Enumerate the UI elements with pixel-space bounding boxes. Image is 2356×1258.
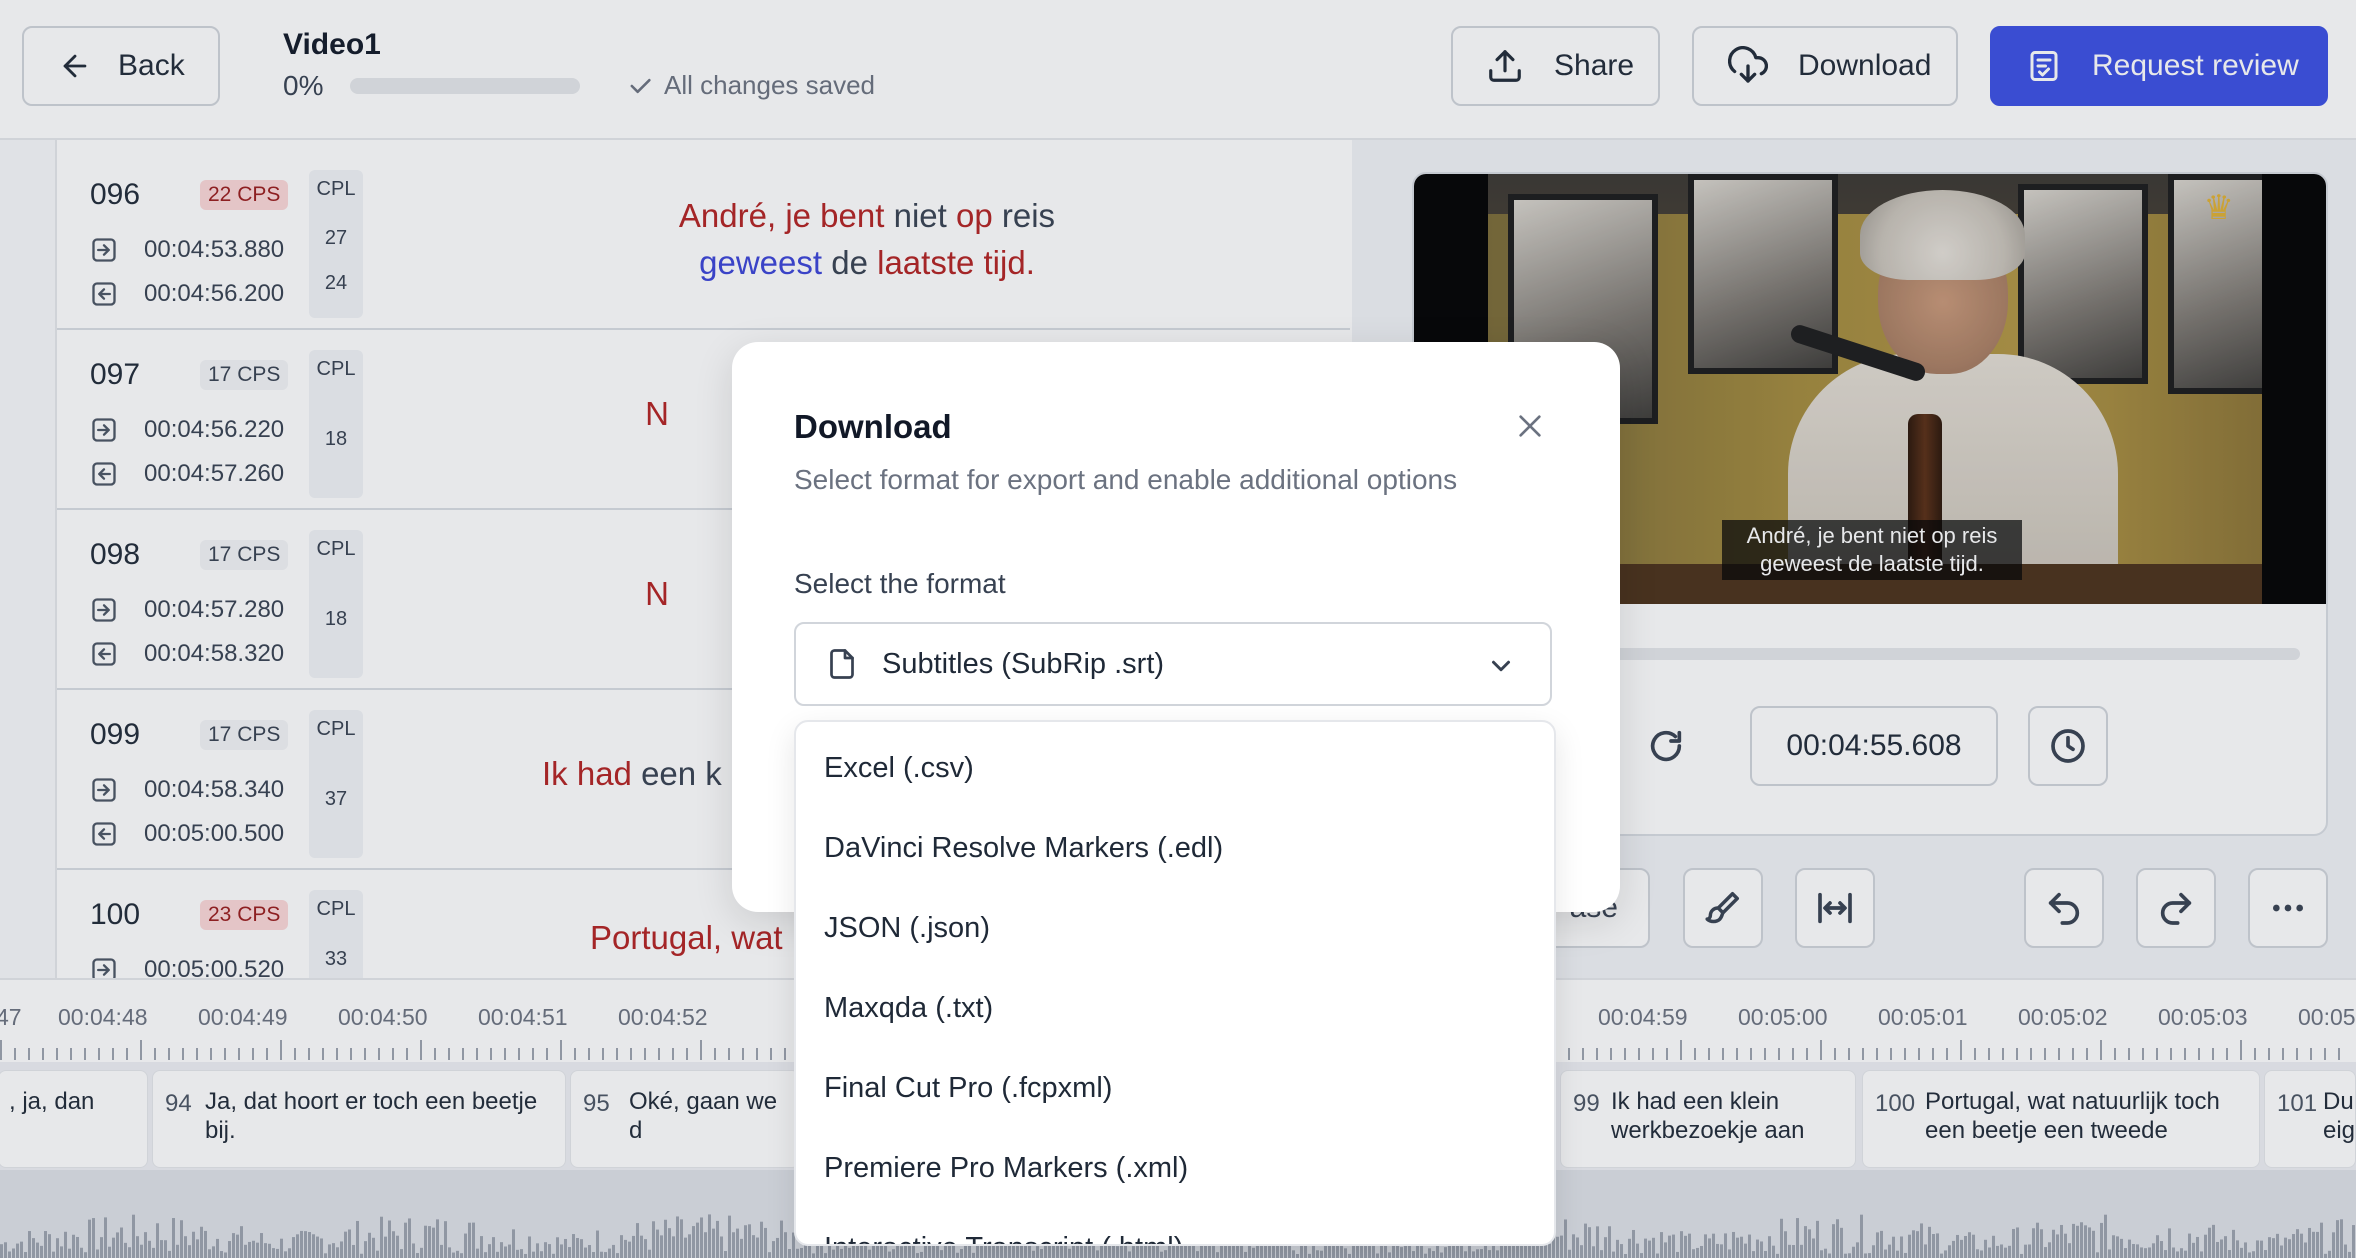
- format-option-fcpxml[interactable]: Final Cut Pro (.fcpxml): [824, 1072, 1112, 1105]
- close-button[interactable]: [1512, 408, 1548, 444]
- format-option-premiere[interactable]: Premiere Pro Markers (.xml): [824, 1152, 1188, 1185]
- format-dropdown-menu: Excel (.csv) DaVinci Resolve Markers (.e…: [794, 720, 1556, 1246]
- format-option-html[interactable]: Interactive Transcript (.html): [824, 1232, 1183, 1244]
- format-option-json[interactable]: JSON (.json): [824, 912, 990, 945]
- file-icon: [830, 649, 854, 679]
- dialog-title: Download: [794, 408, 952, 445]
- format-option-csv[interactable]: Excel (.csv): [824, 752, 974, 785]
- chevron-down-icon: [1492, 660, 1510, 672]
- format-label: Select the format: [794, 568, 1006, 599]
- selected-format: Subtitles (SubRip .srt): [882, 647, 1165, 680]
- close-icon: [1519, 415, 1541, 437]
- dialog-subtitle: Select format for export and enable addi…: [794, 464, 1458, 495]
- format-select[interactable]: Subtitles (SubRip .srt): [794, 622, 1552, 706]
- format-option-maxqda[interactable]: Maxqda (.txt): [824, 992, 993, 1025]
- format-option-edl[interactable]: DaVinci Resolve Markers (.edl): [824, 832, 1223, 865]
